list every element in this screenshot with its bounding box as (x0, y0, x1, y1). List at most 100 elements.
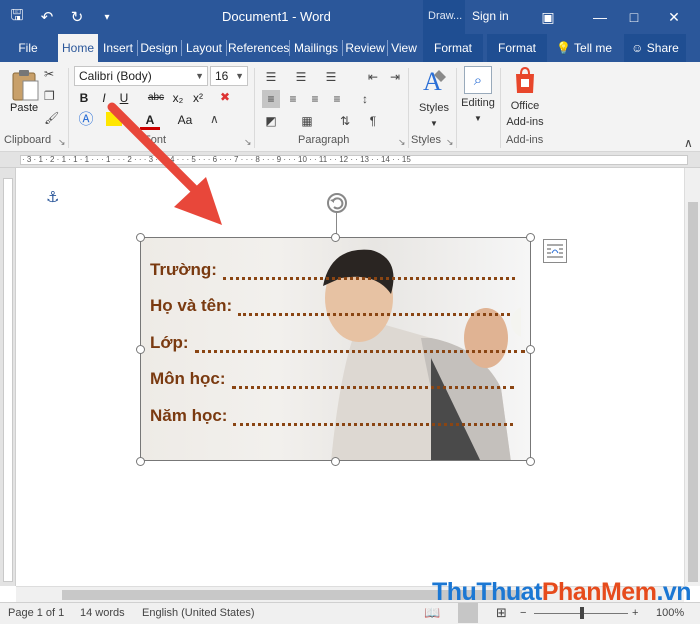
rotate-icon (330, 197, 344, 210)
resize-handle-top[interactable] (331, 233, 340, 242)
shading-icon[interactable]: ◩ (262, 112, 280, 130)
align-center-icon[interactable]: ≡ (284, 90, 302, 108)
form-row-year[interactable]: Năm học: (150, 406, 514, 426)
title-bar: 🖫 ↶ ↻ ▾ Document1 - Word Draw... Sign in… (0, 0, 700, 34)
multilevel-list-icon[interactable]: ☰ (322, 68, 340, 86)
paragraph-group-label: Paragraph (298, 134, 350, 146)
decrease-indent-icon[interactable]: ⇤ (364, 68, 382, 86)
cut-icon[interactable]: ✂ (44, 67, 54, 81)
zoom-out-icon[interactable]: − (520, 607, 526, 619)
sort-icon[interactable]: ⇅ (336, 112, 354, 130)
chevron-down-icon: ▼ (474, 114, 482, 123)
align-right-icon[interactable]: ≡ (306, 90, 324, 108)
close-icon[interactable]: ✕ (662, 6, 686, 28)
font-name-combo[interactable]: Calibri (Body) ▼ (74, 66, 208, 86)
tell-me-box[interactable]: 💡 Tell me (552, 34, 616, 62)
resize-handle-bottom-left[interactable] (136, 457, 145, 466)
bold-button[interactable]: B (74, 88, 94, 108)
customize-qat-icon[interactable]: ▾ (96, 6, 118, 28)
form-row-subject[interactable]: Môn học: (150, 369, 514, 389)
redo-icon[interactable]: ↻ (66, 6, 88, 28)
align-left-icon[interactable]: ≡ (262, 90, 280, 108)
web-layout-icon[interactable]: ⊞ (496, 605, 507, 621)
clipboard-paste-icon[interactable] (10, 68, 40, 102)
resize-handle-top-right[interactable] (526, 233, 535, 242)
tab-file[interactable]: File (10, 34, 46, 62)
tab-format-picture[interactable]: Format (487, 34, 547, 62)
form-label: Năm học: (150, 406, 228, 425)
form-row-school[interactable]: Trường: (150, 260, 515, 280)
zoom-slider-thumb[interactable] (580, 607, 584, 619)
vertical-ruler[interactable] (0, 168, 16, 586)
paste-button-label[interactable]: Paste (10, 102, 38, 114)
show-formatting-button[interactable]: ¶ (364, 112, 382, 130)
share-label: Share (646, 41, 679, 55)
font-size-value: 16 (215, 69, 229, 83)
format-painter-icon[interactable]: 🖌 (44, 111, 59, 125)
resize-handle-right[interactable] (526, 345, 535, 354)
textbox-with-picture[interactable]: Trường: Họ và tên: Lớp: Môn học: Năm học… (140, 237, 531, 461)
chevron-down-icon: ▼ (235, 71, 244, 81)
sign-in-link[interactable]: Sign in (472, 9, 509, 23)
scroll-thumb[interactable] (688, 202, 698, 582)
font-dialog-launcher[interactable]: ↘ (244, 137, 252, 148)
resize-handle-left[interactable] (136, 345, 145, 354)
office-store-icon (516, 66, 534, 93)
clipboard-group-label: Clipboard (4, 134, 52, 146)
tab-layout[interactable]: Layout (183, 34, 225, 62)
language-indicator[interactable]: English (United States) (142, 607, 255, 619)
font-size-combo[interactable]: 16 ▼ (210, 66, 248, 86)
styles-button[interactable]: A Styles ▼ (414, 66, 454, 131)
line-spacing-icon[interactable]: ↕ (356, 90, 374, 108)
justify-icon[interactable]: ≡ (328, 90, 346, 108)
tab-format-drawing[interactable]: Format (423, 34, 483, 62)
styles-label: Styles (419, 102, 449, 114)
rotate-handle[interactable] (327, 193, 347, 213)
save-icon[interactable]: 🖫 (6, 6, 28, 28)
form-label: Trường: (150, 260, 217, 279)
tab-mailings[interactable]: Mailings (291, 34, 341, 62)
share-button[interactable]: ☺ Share (624, 34, 686, 62)
page-count[interactable]: Page 1 of 1 (8, 607, 64, 619)
clipboard-dialog-launcher[interactable]: ↘ (58, 137, 66, 148)
quick-access-toolbar: 🖫 ↶ ↻ ▾ (6, 6, 118, 28)
tab-home[interactable]: Home (58, 34, 98, 62)
form-row-class[interactable]: Lớp: (150, 333, 525, 353)
text-effects-icon[interactable]: Ⓐ (76, 110, 96, 130)
tab-design[interactable]: Design (139, 34, 179, 62)
word-count[interactable]: 14 words (80, 607, 125, 619)
resize-handle-bottom-right[interactable] (526, 457, 535, 466)
bullets-icon[interactable]: ☰ (262, 68, 280, 86)
increase-indent-icon[interactable]: ⇥ (386, 68, 404, 86)
resize-handle-bottom[interactable] (331, 457, 340, 466)
numbering-icon[interactable]: ☰ (292, 68, 310, 86)
borders-icon[interactable]: ▦ (298, 112, 316, 130)
form-row-name[interactable]: Họ và tên: (150, 296, 511, 316)
editing-label: Editing (461, 97, 495, 109)
tab-view[interactable]: View (389, 34, 419, 62)
watermark-part: .vn (656, 578, 692, 606)
vertical-scrollbar[interactable] (684, 168, 700, 586)
layout-options-button[interactable] (543, 239, 567, 263)
collapse-ribbon-icon[interactable]: ∧ (684, 136, 693, 150)
tab-references[interactable]: References (228, 34, 289, 62)
undo-icon[interactable]: ↶ (36, 6, 58, 28)
chevron-down-icon: ▼ (195, 71, 204, 81)
maximize-icon[interactable]: □ (622, 6, 646, 28)
tab-insert[interactable]: Insert (100, 34, 136, 62)
minimize-icon[interactable]: — (588, 6, 612, 28)
read-mode-icon[interactable]: 📖 (424, 605, 440, 621)
zoom-level[interactable]: 100% (656, 607, 684, 619)
copy-icon[interactable]: ❐ (44, 89, 55, 103)
tab-review[interactable]: Review (344, 34, 386, 62)
ribbon-display-options-icon[interactable]: ▣ (536, 6, 560, 28)
editing-button[interactable]: ⌕ Editing ▼ (460, 66, 496, 126)
office-label: Office (510, 100, 540, 112)
magnifier-icon: ⌕ (464, 66, 492, 94)
zoom-in-icon[interactable]: + (632, 607, 638, 619)
chevron-down-icon: ▼ (430, 119, 438, 128)
styles-dialog-launcher[interactable]: ↘ (446, 137, 454, 148)
watermark-part: ThuThuat (432, 578, 542, 606)
office-add-ins-button[interactable]: Office Add-ins (502, 66, 548, 129)
paragraph-dialog-launcher[interactable]: ↘ (398, 137, 406, 148)
